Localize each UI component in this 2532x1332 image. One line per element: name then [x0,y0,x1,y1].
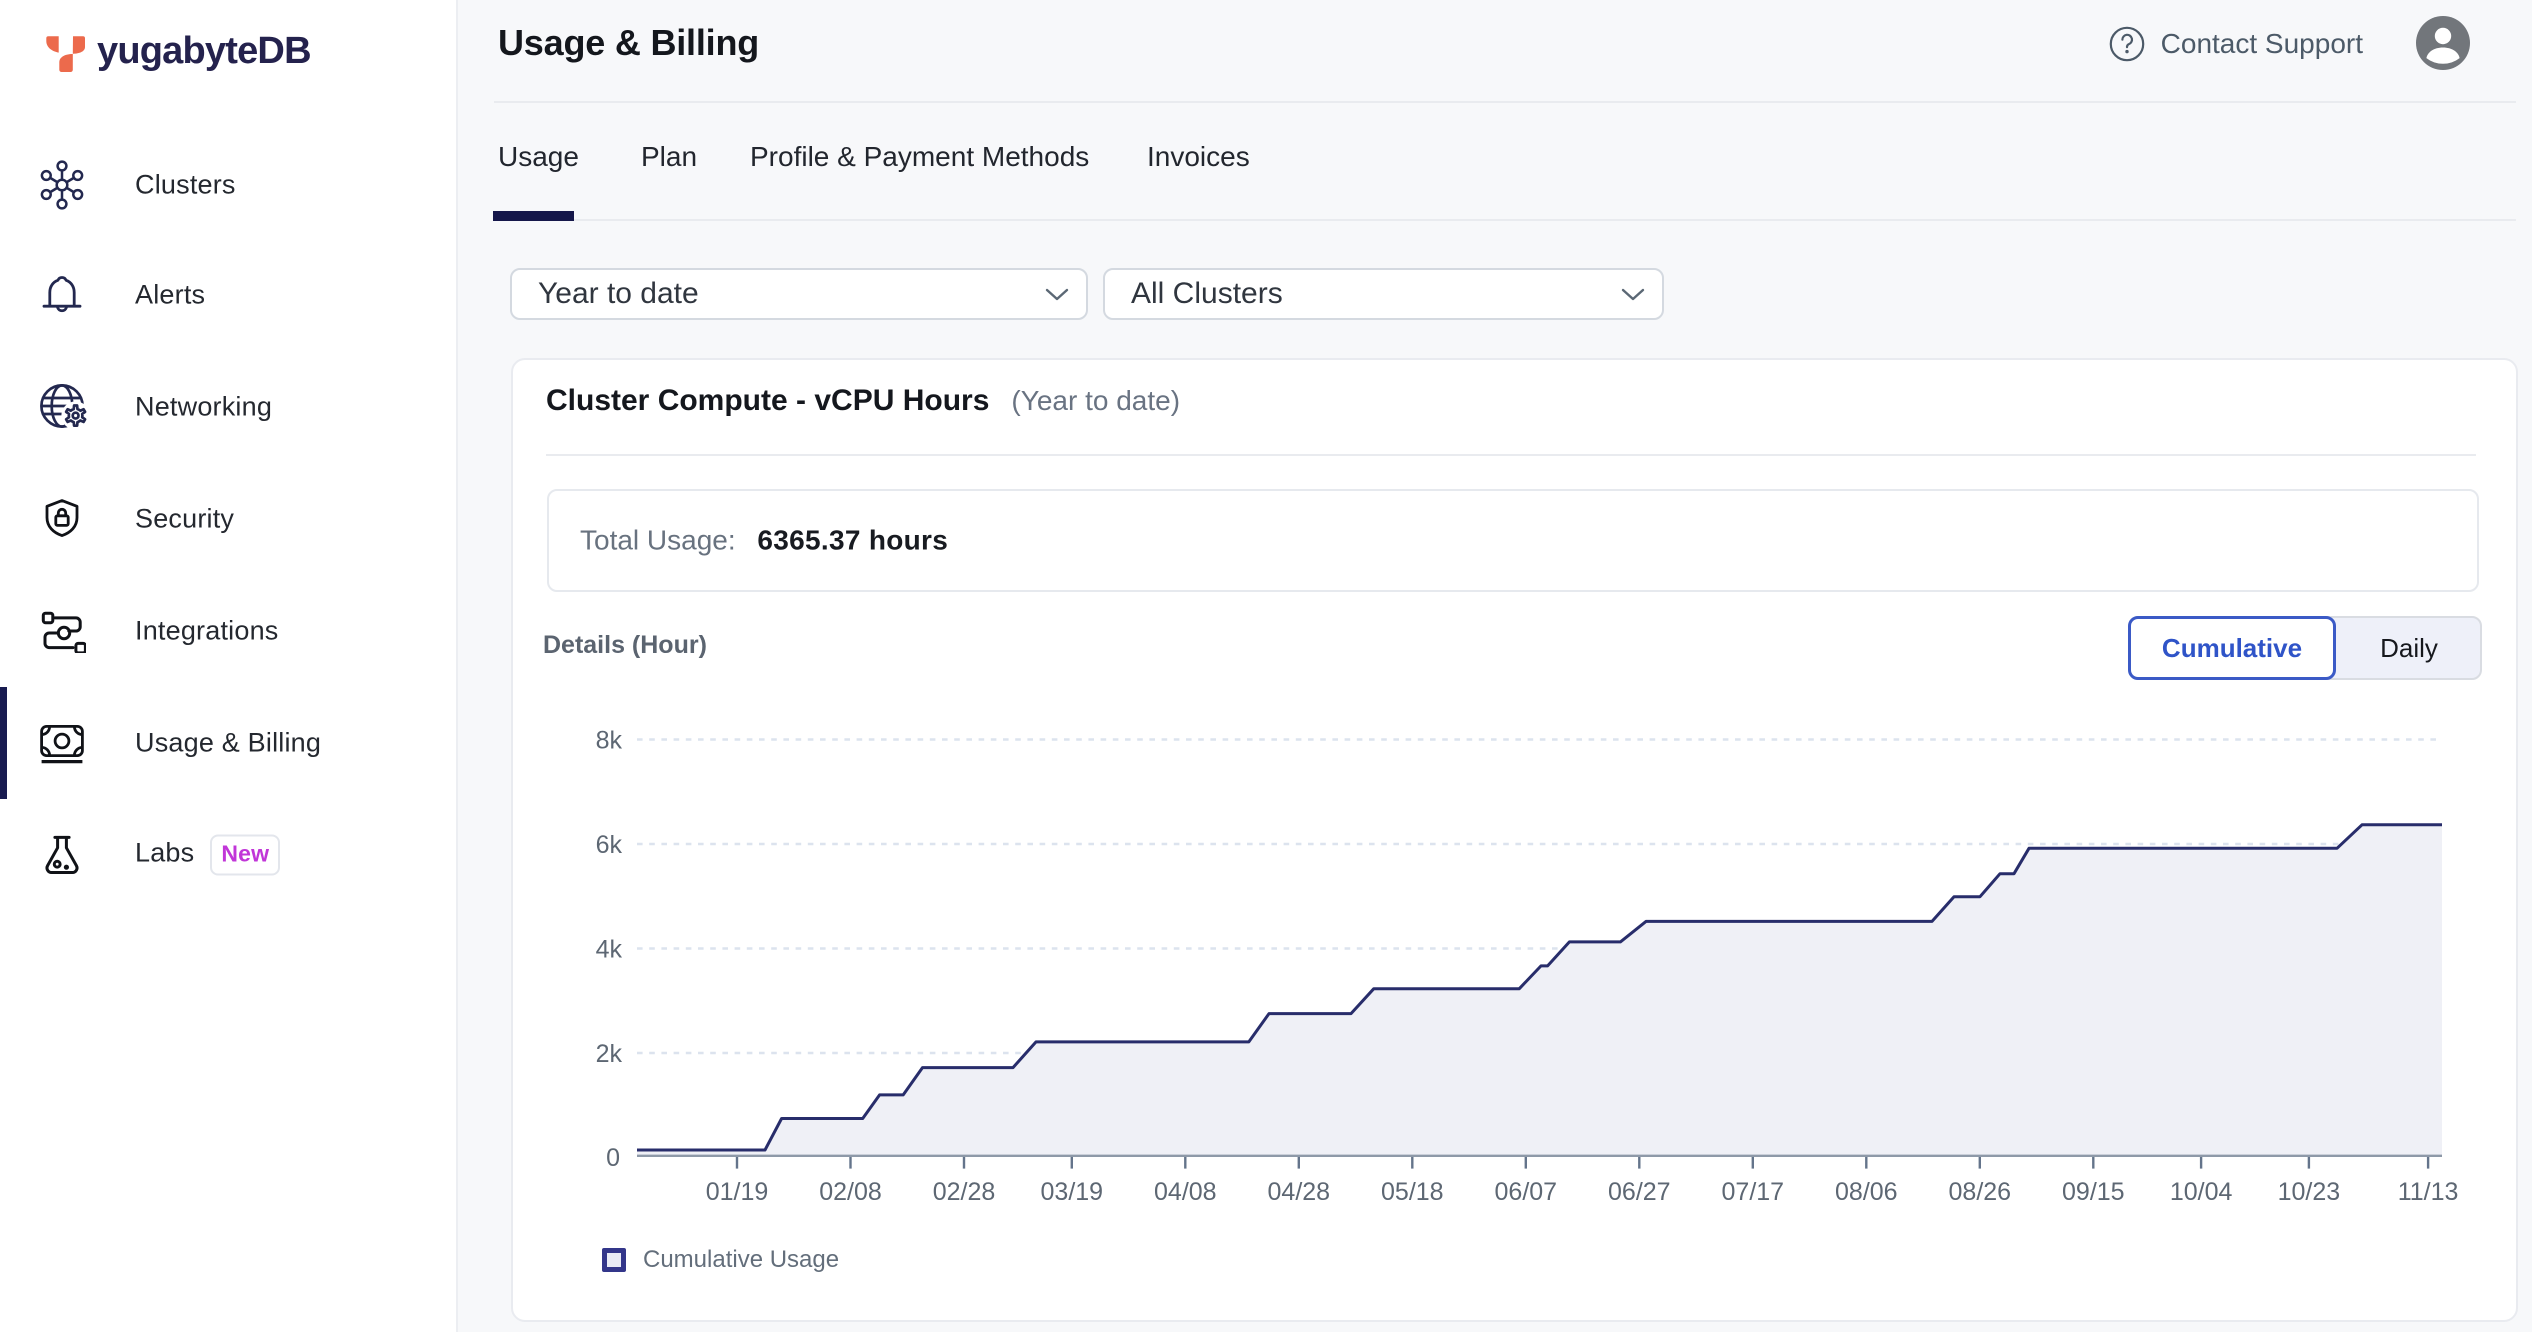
svg-text:10/04: 10/04 [2170,1178,2233,1206]
svg-text:06/07: 06/07 [1495,1178,1558,1206]
svg-text:2k: 2k [596,1040,623,1068]
svg-text:05/18: 05/18 [1381,1178,1444,1206]
svg-text:07/17: 07/17 [1722,1178,1785,1206]
svg-text:10/23: 10/23 [2278,1178,2341,1206]
svg-text:03/19: 03/19 [1041,1178,1104,1206]
svg-text:08/06: 08/06 [1835,1178,1898,1206]
svg-text:6k: 6k [596,831,623,859]
svg-text:02/08: 02/08 [819,1178,882,1206]
svg-text:09/15: 09/15 [2062,1178,2125,1206]
svg-text:02/28: 02/28 [933,1178,996,1206]
svg-text:11/13: 11/13 [2398,1178,2459,1206]
svg-text:08/26: 08/26 [1949,1178,2012,1206]
svg-text:8k: 8k [596,727,623,755]
svg-text:06/27: 06/27 [1608,1178,1671,1206]
svg-text:0: 0 [606,1144,620,1172]
svg-text:04/08: 04/08 [1154,1178,1217,1206]
svg-text:04/28: 04/28 [1268,1178,1331,1206]
svg-text:01/19: 01/19 [706,1178,769,1206]
svg-text:4k: 4k [596,936,623,964]
